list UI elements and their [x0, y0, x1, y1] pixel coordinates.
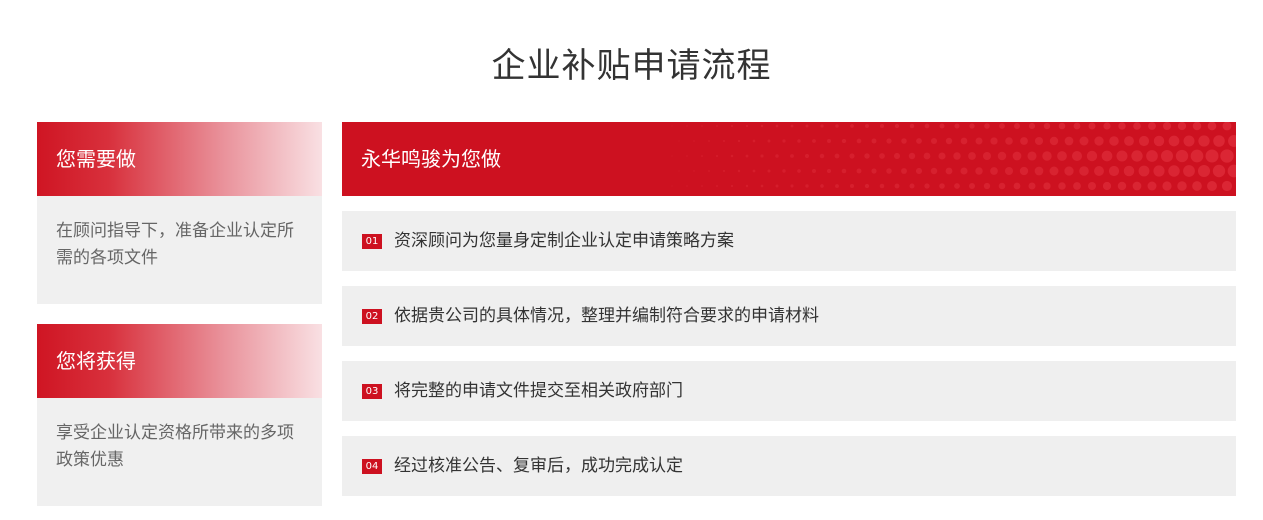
you-do-card: 您需要做 在顾问指导下，准备企业认定所需的各项文件	[37, 122, 322, 304]
step-number-badge: 04	[362, 459, 382, 474]
you-get-heading: 您将获得	[37, 324, 322, 398]
we-do-header: 永华鸣骏为您做	[342, 122, 1236, 196]
step-number-badge: 03	[362, 384, 382, 399]
step-item: 04 经过核准公告、复审后，成功完成认定	[342, 436, 1236, 496]
step-text: 经过核准公告、复审后，成功完成认定	[394, 456, 683, 476]
you-get-text: 享受企业认定资格所带来的多项政策优惠	[37, 398, 322, 506]
you-do-text: 在顾问指导下，准备企业认定所需的各项文件	[37, 196, 322, 304]
step-number-badge: 01	[362, 234, 382, 249]
step-text: 资深顾问为您量身定制企业认定申请策略方案	[394, 231, 734, 251]
you-get-card: 您将获得 享受企业认定资格所带来的多项政策优惠	[37, 324, 322, 506]
step-item: 01 资深顾问为您量身定制企业认定申请策略方案	[342, 211, 1236, 271]
step-text: 依据贵公司的具体情况，整理并编制符合要求的申请材料	[394, 306, 819, 326]
page-title: 企业补贴申请流程	[491, 46, 772, 86]
step-text: 将完整的申请文件提交至相关政府部门	[394, 381, 683, 401]
we-do-heading: 永华鸣骏为您做	[361, 147, 501, 171]
step-item: 03 将完整的申请文件提交至相关政府部门	[342, 361, 1236, 421]
step-number-badge: 02	[362, 309, 382, 324]
step-item: 02 依据贵公司的具体情况，整理并编制符合要求的申请材料	[342, 286, 1236, 346]
you-do-heading: 您需要做	[37, 122, 322, 196]
